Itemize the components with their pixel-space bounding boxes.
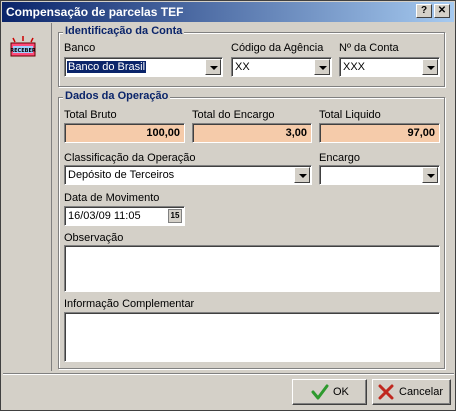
gross-total-field[interactable]: 100,00	[64, 123, 185, 143]
title-bar[interactable]: Compensação de parcelas TEF ? ✕	[2, 2, 454, 22]
agency-label: Código da Agência	[231, 42, 324, 54]
ok-button[interactable]: OK	[292, 379, 367, 405]
cancel-label: Cancelar	[399, 386, 444, 398]
ok-label: OK	[333, 386, 349, 398]
account-number-select[interactable]: XXX	[339, 57, 440, 77]
checkmark-icon	[311, 384, 329, 400]
close-button[interactable]: ✕	[434, 4, 450, 18]
observation-textarea[interactable]	[64, 245, 440, 292]
calendar-icon[interactable]: 15	[168, 209, 182, 223]
movement-date-label: Data de Movimento	[64, 192, 160, 204]
agency-select[interactable]: XX	[231, 57, 332, 77]
classification-select[interactable]: Depósito de Terceiros	[64, 165, 312, 185]
agency-value: XX	[235, 61, 250, 73]
net-total-value: 97,00	[407, 127, 435, 139]
observation-label: Observação	[64, 232, 124, 244]
bank-dropdown-icon[interactable]	[205, 59, 221, 75]
side-panel: RECEBER	[3, 23, 52, 371]
classification-label: Classificação da Operação	[64, 152, 196, 164]
complementary-info-label: Informação Complementar	[64, 298, 195, 310]
account-number-dropdown-icon[interactable]	[422, 59, 438, 75]
bank-select[interactable]: Banco do Brasil	[64, 57, 223, 77]
account-identification-title: Identificação da Conta	[63, 25, 185, 37]
bank-label: Banco	[64, 42, 96, 54]
gross-total-value: 100,00	[146, 127, 180, 139]
cancel-button[interactable]: Cancelar	[372, 379, 451, 405]
movement-date-value: 16/03/09 11:05	[68, 210, 141, 222]
svg-text:RECEBER: RECEBER	[10, 48, 36, 54]
complementary-info-textarea[interactable]	[64, 312, 440, 362]
charge-dropdown-icon[interactable]	[422, 167, 438, 183]
account-number-value: XXX	[343, 61, 366, 73]
charge-total-value: 3,00	[285, 127, 307, 139]
charge-label: Encargo	[319, 152, 360, 164]
window-title: Compensação de parcelas TEF	[6, 5, 184, 19]
classification-dropdown-icon[interactable]	[294, 167, 310, 183]
cancel-x-icon	[378, 384, 394, 400]
charge-select[interactable]	[319, 165, 440, 185]
net-total-label: Total Liquido	[319, 109, 381, 121]
receive-money-icon: RECEBER	[10, 36, 36, 57]
dialog-window: Compensação de parcelas TEF ? ✕ RECEBER …	[0, 0, 456, 411]
operation-data-title: Dados da Operação	[63, 90, 171, 102]
account-number-label: Nº da Conta	[339, 42, 399, 54]
net-total-field[interactable]: 97,00	[319, 123, 440, 143]
charge-total-label: Total do Encargo	[192, 109, 275, 121]
classification-value: Depósito de Terceiros	[68, 169, 175, 181]
help-button[interactable]: ?	[416, 4, 432, 18]
agency-dropdown-icon[interactable]	[314, 59, 330, 75]
charge-total-field[interactable]: 3,00	[192, 123, 312, 143]
bank-value: Banco do Brasil	[67, 61, 147, 73]
gross-total-label: Total Bruto	[64, 109, 117, 121]
movement-date-field[interactable]: 16/03/09 11:05 15	[64, 206, 185, 226]
